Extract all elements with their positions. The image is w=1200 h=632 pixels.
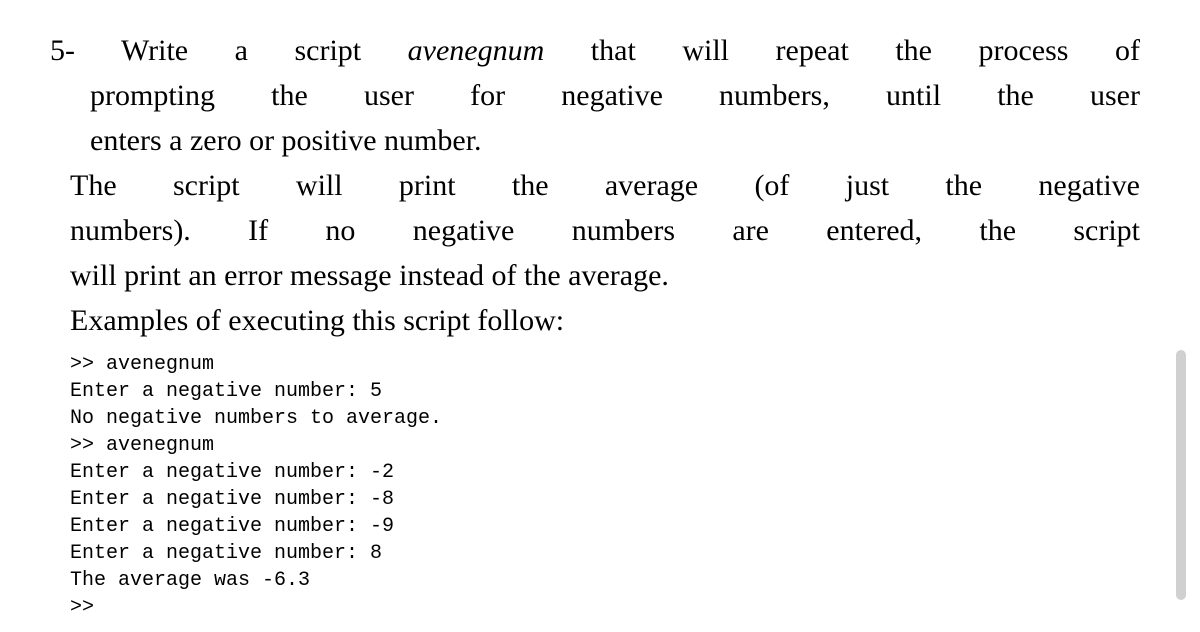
problem-statement: 5- Write a script avenegnum that will re… [50,28,1140,343]
problem-line-1: 5- Write a script avenegnum that will re… [50,28,1140,73]
code-line: Enter a negative number: 5 [70,378,1140,405]
problem-para2-line-3: will print an error message instead of t… [50,253,1140,298]
code-line: The average was -6.3 [70,567,1140,594]
script-name: avenegnum [408,34,545,67]
examples-intro: Examples of executing this script follow… [50,298,1140,343]
code-line: >> [70,594,1140,621]
scrollbar-track[interactable] [1180,0,1194,632]
problem-line-2: prompting the user for negative numbers,… [50,73,1140,118]
problem-para2-line-2: numbers). If no negative numbers are ent… [50,208,1140,253]
problem-container: 5- Write a script avenegnum that will re… [50,28,1140,621]
code-line: Enter a negative number: -8 [70,486,1140,513]
problem-number: 5- [50,34,75,67]
code-line: Enter a negative number: -2 [70,459,1140,486]
code-line: >> avenegnum [70,351,1140,378]
problem-line-3: enters a zero or positive number. [50,118,1140,163]
code-line: >> avenegnum [70,432,1140,459]
problem-para2-line-1: The script will print the average (of ju… [50,163,1140,208]
code-example-block: >> avenegnum Enter a negative number: 5 … [50,351,1140,621]
line1-prefix: Write a script [121,34,408,67]
code-line: No negative numbers to average. [70,405,1140,432]
line1-suffix: that will repeat the process of [544,34,1140,67]
code-line: Enter a negative number: 8 [70,540,1140,567]
scrollbar-thumb[interactable] [1176,350,1186,600]
code-line: Enter a negative number: -9 [70,513,1140,540]
